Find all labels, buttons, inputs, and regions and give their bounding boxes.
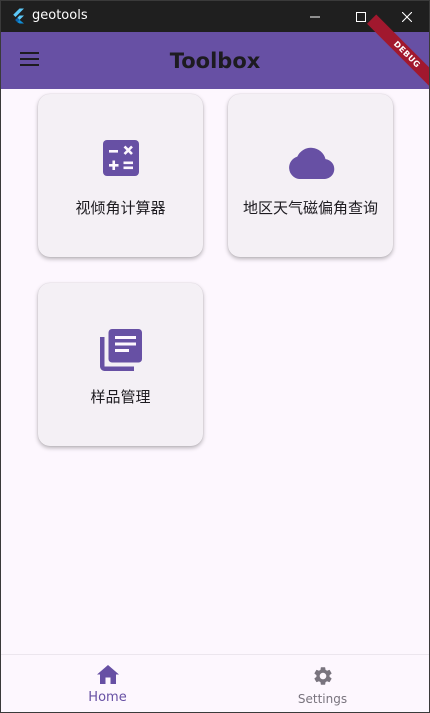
menu-button[interactable] — [10, 40, 50, 80]
home-icon — [0, 665, 215, 684]
app-bar: Toolbox DEBUG — [0, 14, 430, 95]
minimize-button[interactable] — [292, 0, 338, 32]
tool-card-weather-declination[interactable]: 地区天气磁偏角查询 — [228, 94, 393, 257]
tool-card-label: 视倾角计算器 — [75, 199, 166, 217]
app-window: geotools Toolbox DEBUG 视倾角计算器 地区天气磁偏角查询 … — [0, 0, 430, 713]
cloud-icon — [228, 147, 393, 179]
hamburger-menu-icon — [20, 51, 40, 70]
nav-item-label: Settings — [297, 692, 348, 706]
tool-card-view-angle-calculator[interactable]: 视倾角计算器 — [38, 94, 203, 257]
nav-item-label: Home — [88, 690, 127, 705]
tool-grid: 视倾角计算器 地区天气磁偏角查询 样品管理 — [0, 89, 430, 654]
tool-card-label: 地区天气磁偏角查询 — [242, 199, 378, 217]
page-title: Toolbox — [169, 48, 261, 73]
library-books-icon — [38, 329, 203, 371]
minimize-icon — [310, 7, 320, 26]
bottom-navigation-bar: Home Settings — [0, 654, 430, 713]
close-icon — [401, 7, 413, 26]
nav-item-home[interactable]: Home — [0, 655, 215, 713]
nav-item-settings[interactable]: Settings — [215, 655, 430, 713]
maximize-icon — [356, 7, 366, 26]
close-button[interactable] — [384, 0, 430, 32]
window-title: geotools — [32, 8, 88, 23]
window-title-bar[interactable]: geotools — [0, 0, 430, 32]
settings-gear-icon — [215, 665, 430, 687]
calculator-icon — [38, 140, 203, 176]
tool-card-label: 样品管理 — [90, 388, 151, 406]
tool-card-sample-management[interactable]: 样品管理 — [38, 283, 203, 446]
flutter-logo-icon — [10, 8, 26, 24]
